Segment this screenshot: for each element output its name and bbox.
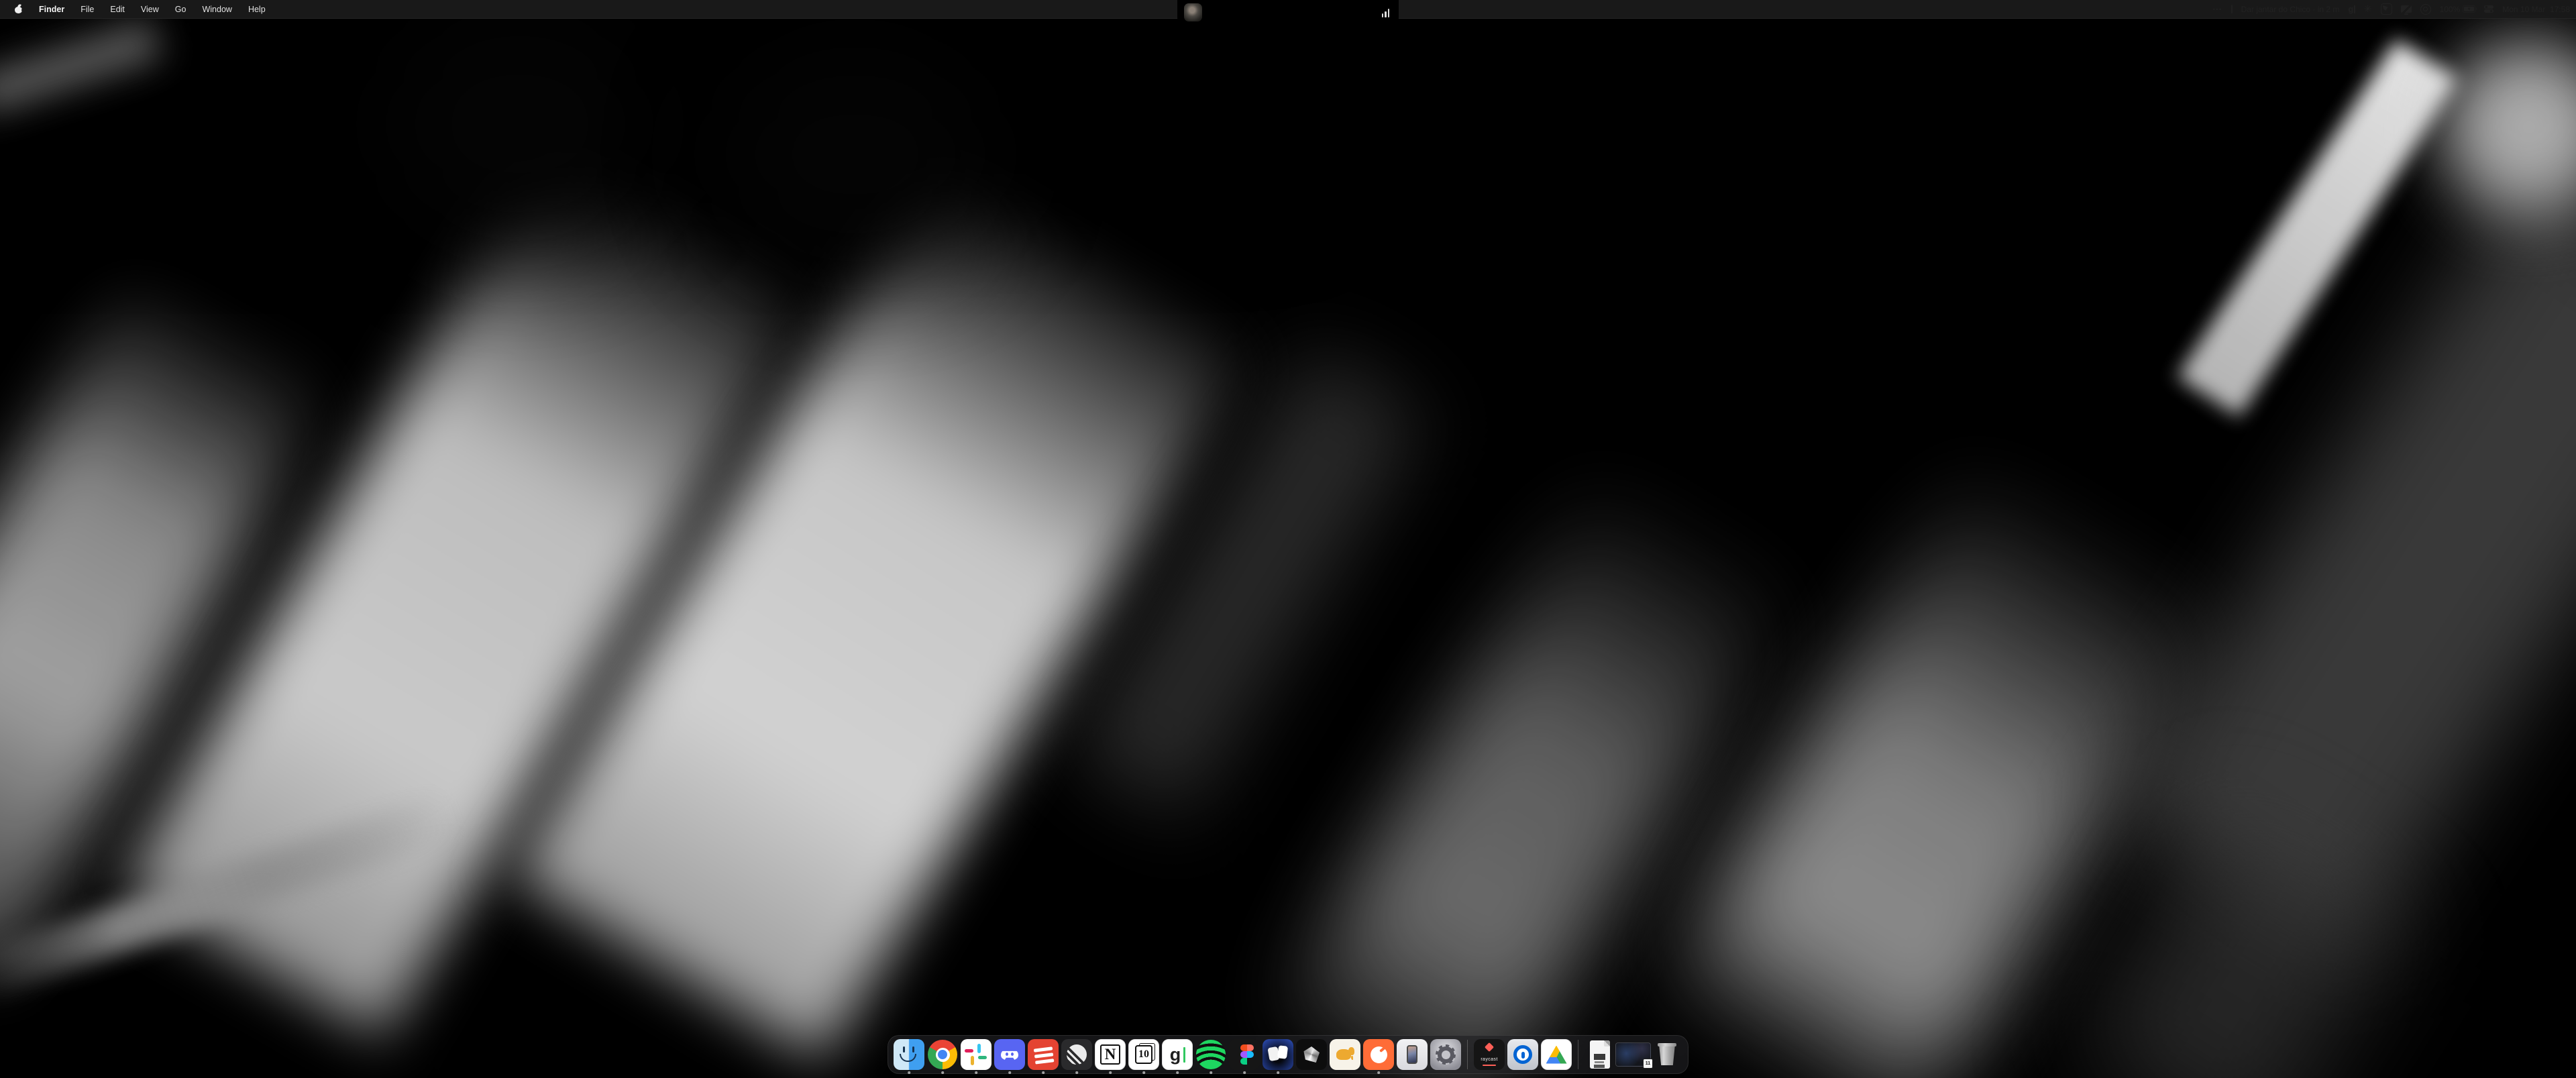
todoist-icon [1028,1039,1059,1070]
running-indicator [1008,1071,1011,1074]
trash-icon [1652,1039,1682,1070]
google-drive-icon [1541,1039,1572,1070]
menu-file[interactable]: File [80,5,94,14]
dock-item-slack[interactable] [961,1039,991,1075]
running-indicator [941,1071,944,1074]
notch-media-widget[interactable] [1177,0,1399,25]
wallpaper-band [2442,40,2576,215]
apple-bite [21,8,25,12]
notion-calendar-glyph: 10 [1138,1048,1149,1061]
dock-item-notion[interactable]: N [1095,1039,1126,1075]
notion-icon: N [1095,1039,1126,1070]
dock-item-spotify[interactable] [1195,1039,1226,1075]
screenshot-stack-icon: 11 [1618,1039,1649,1070]
dock-item-onepassword[interactable] [1507,1039,1538,1075]
audio-visualizer-icon [1382,8,1389,17]
dock-item-notion-calendar[interactable]: 10 [1128,1039,1159,1075]
dock-item-figma[interactable] [1229,1039,1260,1075]
dock-item-screenshot-stack[interactable]: 11 [1618,1039,1649,1075]
document-file-icon [1585,1039,1615,1070]
wallpaper-shadow [711,40,1000,268]
chrome-icon [928,1040,957,1069]
dock-item-postman[interactable] [1363,1039,1394,1075]
running-indicator [1210,1071,1212,1074]
postman-icon [1363,1039,1394,1070]
menu-view[interactable]: View [141,5,159,14]
dock-item-system-settings[interactable] [1430,1039,1461,1075]
desktop-wallpaper [0,0,2576,1078]
running-indicator [1075,1071,1078,1074]
running-indicator [1377,1071,1380,1074]
dock-item-finder[interactable] [894,1039,924,1075]
dock-item-screen-windows[interactable] [1263,1039,1293,1075]
figma-icon [1229,1039,1260,1070]
dock-item-origami[interactable] [1296,1039,1327,1075]
wallpaper-band [2114,160,2576,960]
running-indicator [1176,1071,1179,1074]
postico-icon [1330,1039,1360,1070]
dock-item-raycast[interactable]: raycast [1474,1039,1505,1075]
running-indicator [975,1071,977,1074]
dock-divider [1467,1040,1468,1069]
onepassword-icon [1507,1039,1538,1070]
running-indicator [1277,1071,1279,1074]
iphone-mirroring-icon [1397,1039,1428,1070]
granola-icon: g [1162,1039,1193,1070]
now-playing-album-art[interactable] [1184,3,1202,21]
notion-glyph: N [1105,1046,1116,1063]
finder-icon [894,1039,924,1070]
menu-window[interactable]: Window [202,5,231,14]
running-indicator [908,1071,910,1074]
wallpaper-shadow [376,0,664,248]
screenshot-stack-glyph: 11 [1643,1059,1653,1069]
dock-item-iphone-mirroring[interactable] [1397,1039,1428,1075]
running-indicator [1042,1071,1044,1074]
system-settings-icon [1430,1039,1461,1070]
dock-item-granola[interactable]: g [1162,1039,1193,1075]
screen-windows-icon [1263,1039,1293,1070]
apple-menu-icon[interactable] [15,5,23,13]
menu-help[interactable]: Help [248,5,266,14]
running-indicator [1142,1071,1145,1074]
dock-item-chrome[interactable] [927,1039,958,1075]
menu-list: Finder File Edit View Go Window Help [39,5,266,14]
discord-icon [994,1039,1025,1070]
running-indicator [1243,1071,1246,1074]
slack-icon [961,1039,991,1070]
raycast-icon: raycast [1474,1039,1505,1070]
granola-glyph: g [1170,1044,1181,1065]
dock-item-linear[interactable] [1061,1039,1092,1075]
dock-item-trash[interactable] [1652,1039,1682,1075]
raycast-glyph: raycast [1481,1057,1497,1062]
menu-finder[interactable]: Finder [39,5,64,14]
dock-item-google-drive[interactable] [1541,1039,1572,1075]
menu-edit[interactable]: Edit [110,5,125,14]
dock-item-postico[interactable] [1330,1039,1360,1075]
dock-item-document-file[interactable] [1585,1039,1615,1075]
dock-item-todoist[interactable] [1028,1039,1059,1075]
running-indicator [1109,1071,1112,1074]
notion-calendar-icon: 10 [1128,1039,1159,1070]
dock-item-discord[interactable] [994,1039,1025,1075]
dock: N 10 g raycast 11 [888,1035,1688,1074]
menu-go[interactable]: Go [175,5,186,14]
linear-icon [1061,1039,1092,1070]
spotify-icon [1196,1040,1226,1069]
origami-icon [1296,1039,1327,1070]
